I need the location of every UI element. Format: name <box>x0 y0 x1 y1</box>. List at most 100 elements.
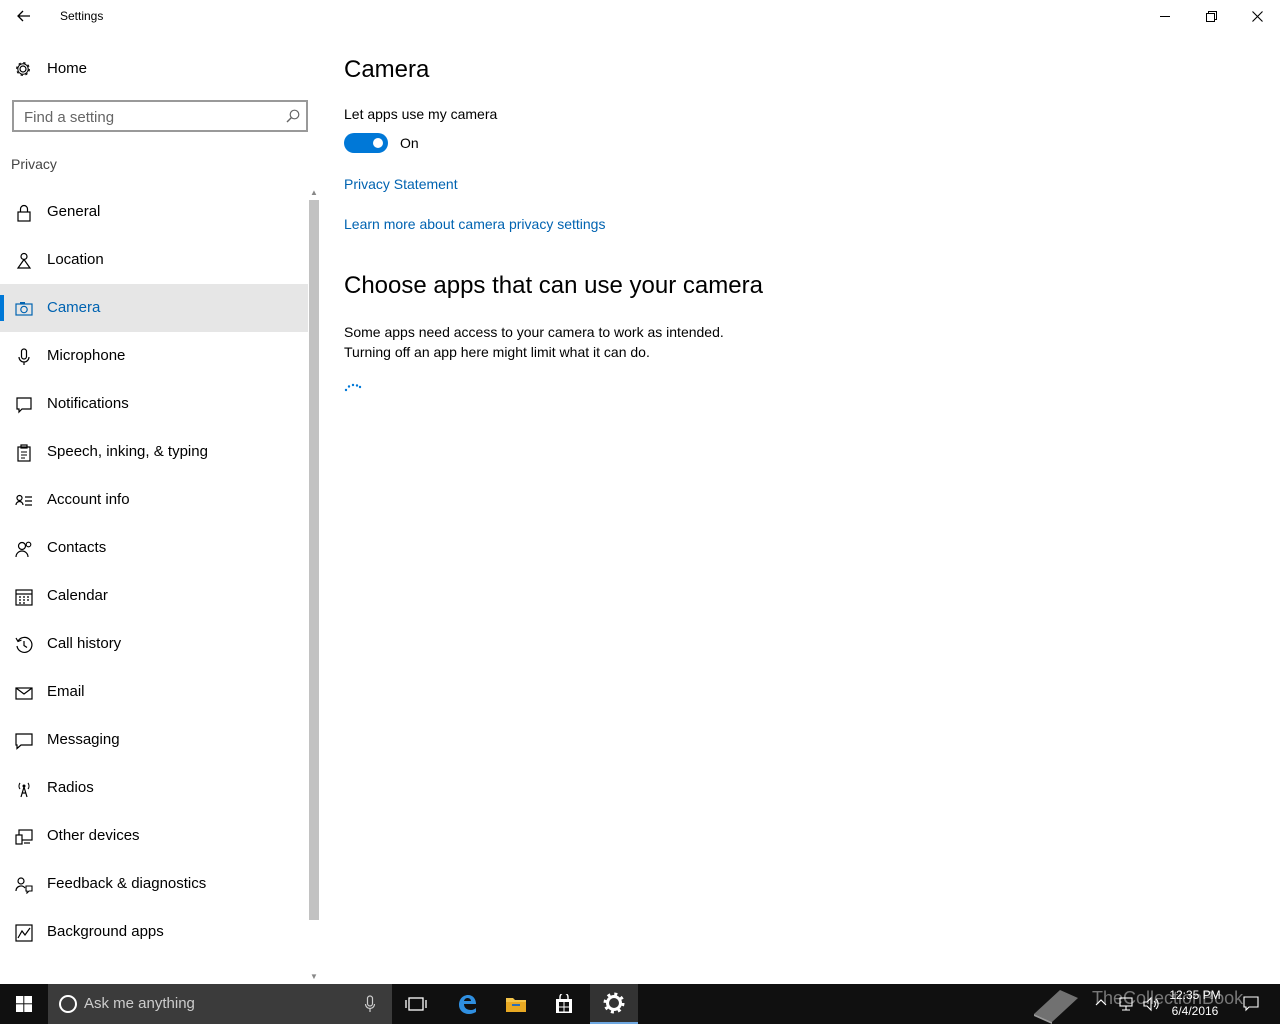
apps-section-description: Some apps need access to your camera to … <box>344 322 764 362</box>
sidebar-item-other-devices[interactable]: Other devices <box>0 812 308 860</box>
sidebar: Home Privacy General Location Camera Mic… <box>0 32 320 984</box>
privacy-statement-link[interactable]: Privacy Statement <box>344 176 458 192</box>
window-title: Settings <box>60 9 104 23</box>
store-icon <box>556 994 572 1013</box>
sidebar-item-label: Notifications <box>47 395 129 412</box>
cortana-search-box[interactable]: Ask me anything <box>48 984 392 1024</box>
task-view-button[interactable] <box>392 984 440 1024</box>
folder-icon <box>506 998 526 1012</box>
sidebar-item-label: Messaging <box>47 731 120 748</box>
search-input[interactable] <box>24 107 274 127</box>
sidebar-item-label: Feedback & diagnostics <box>47 875 207 892</box>
sidebar-item-label: Other devices <box>47 827 140 844</box>
sidebar-item-label: Radios <box>47 779 94 796</box>
sidebar-item-label: Account info <box>47 491 130 508</box>
scroll-down-arrow-icon[interactable]: ▼ <box>310 972 318 981</box>
file-explorer-button[interactable] <box>492 984 540 1024</box>
sidebar-item-label: Camera <box>47 299 101 316</box>
sidebar-item-label: Background apps <box>47 923 164 940</box>
main-content: Camera Let apps use my camera On Privacy… <box>320 32 1280 984</box>
sidebar-item-location[interactable]: Location <box>0 236 308 284</box>
gear-icon <box>16 62 30 76</box>
start-button[interactable] <box>0 984 48 1024</box>
location-icon <box>16 252 32 269</box>
network-icon[interactable] <box>1118 996 1134 1012</box>
minimize-button[interactable] <box>1142 0 1188 32</box>
loading-spinner-icon <box>344 383 362 392</box>
sidebar-item-notifications[interactable]: Notifications <box>0 380 308 428</box>
description-line-2: Turning off an app here might limit what… <box>344 344 650 360</box>
scroll-up-arrow-icon[interactable]: ▲ <box>310 188 318 197</box>
sidebar-item-label: General <box>47 203 101 220</box>
account-info-icon <box>15 494 32 506</box>
camera-icon <box>15 302 33 316</box>
microphone-icon[interactable] <box>364 995 376 1013</box>
sidebar-item-contacts[interactable]: Contacts <box>0 524 308 572</box>
call-history-icon <box>15 636 33 653</box>
privacy-nav-list: General Location Camera Microphone Notif… <box>0 188 308 956</box>
settings-taskbar-button[interactable] <box>590 984 638 1024</box>
sidebar-item-calendar[interactable]: Calendar <box>0 572 308 620</box>
speech-icon <box>17 444 31 462</box>
toggle-knob <box>373 138 383 148</box>
camera-toggle-switch[interactable] <box>344 133 388 153</box>
sidebar-item-camera[interactable]: Camera <box>0 284 308 332</box>
find-setting-search[interactable] <box>12 100 308 132</box>
cortana-placeholder: Ask me anything <box>84 995 195 1012</box>
background-apps-icon <box>15 924 33 942</box>
close-button[interactable] <box>1234 0 1280 32</box>
sidebar-item-general[interactable]: General <box>0 188 308 236</box>
cortana-icon <box>59 995 77 1013</box>
other-devices-icon <box>15 829 33 845</box>
sidebar-item-account-info[interactable]: Account info <box>0 476 308 524</box>
edge-button[interactable] <box>443 984 491 1024</box>
camera-toggle-label: Let apps use my camera <box>344 106 498 122</box>
clock-time: 12:35 PM <box>1169 988 1221 1002</box>
learn-more-link[interactable]: Learn more about camera privacy settings <box>344 216 605 232</box>
edge-icon <box>459 995 476 1014</box>
description-line-1: Some apps need access to your camera to … <box>344 324 724 340</box>
home-nav-item[interactable]: Home <box>0 50 308 86</box>
task-view-icon <box>405 997 427 1011</box>
sidebar-item-label: Call history <box>47 635 122 652</box>
home-label: Home <box>47 60 88 77</box>
sidebar-item-label: Email <box>47 683 85 700</box>
calendar-icon <box>15 589 33 606</box>
sidebar-item-messaging[interactable]: Messaging <box>0 716 308 764</box>
restore-icon <box>1205 10 1217 22</box>
search-icon[interactable] <box>286 109 300 123</box>
radios-icon <box>18 782 30 798</box>
sidebar-item-speech[interactable]: Speech, inking, & typing <box>0 428 308 476</box>
restore-button[interactable] <box>1188 0 1234 32</box>
page-title: Camera <box>344 56 430 83</box>
sidebar-item-label: Microphone <box>47 347 126 364</box>
messaging-icon <box>15 733 33 750</box>
toggle-state-text: On <box>400 135 419 151</box>
close-icon <box>1251 10 1263 22</box>
sidebar-item-feedback-diagnostics[interactable]: Feedback & diagnostics <box>0 860 308 908</box>
back-button[interactable] <box>0 0 48 32</box>
section-label-privacy: Privacy <box>11 156 57 172</box>
clock-date: 6/4/2016 <box>1171 1004 1219 1018</box>
action-center-icon[interactable] <box>1243 996 1259 1012</box>
sidebar-item-label: Calendar <box>47 587 108 604</box>
gear-icon <box>603 992 625 1014</box>
sidebar-item-call-history[interactable]: Call history <box>0 620 308 668</box>
lock-icon <box>17 204 31 222</box>
taskbar-clock[interactable]: 12:35 PM 6/4/2016 <box>1150 987 1240 1019</box>
sidebar-scrollbar[interactable]: ▲ ▼ <box>308 188 320 984</box>
apps-section-heading: Choose apps that can use your camera <box>344 272 763 299</box>
minimize-icon <box>1160 16 1170 17</box>
sidebar-item-label: Location <box>47 251 104 268</box>
sidebar-item-radios[interactable]: Radios <box>0 764 308 812</box>
sidebar-item-background-apps[interactable]: Background apps <box>0 908 308 956</box>
email-icon <box>15 687 33 700</box>
scroll-thumb[interactable] <box>309 200 319 920</box>
microphone-icon <box>18 348 30 365</box>
chevron-up-icon[interactable] <box>1095 998 1107 1006</box>
sidebar-item-email[interactable]: Email <box>0 668 308 716</box>
store-button[interactable] <box>540 984 588 1024</box>
title-bar: Settings <box>0 0 1280 32</box>
sidebar-item-label: Speech, inking, & typing <box>47 443 208 460</box>
sidebar-item-microphone[interactable]: Microphone <box>0 332 308 380</box>
